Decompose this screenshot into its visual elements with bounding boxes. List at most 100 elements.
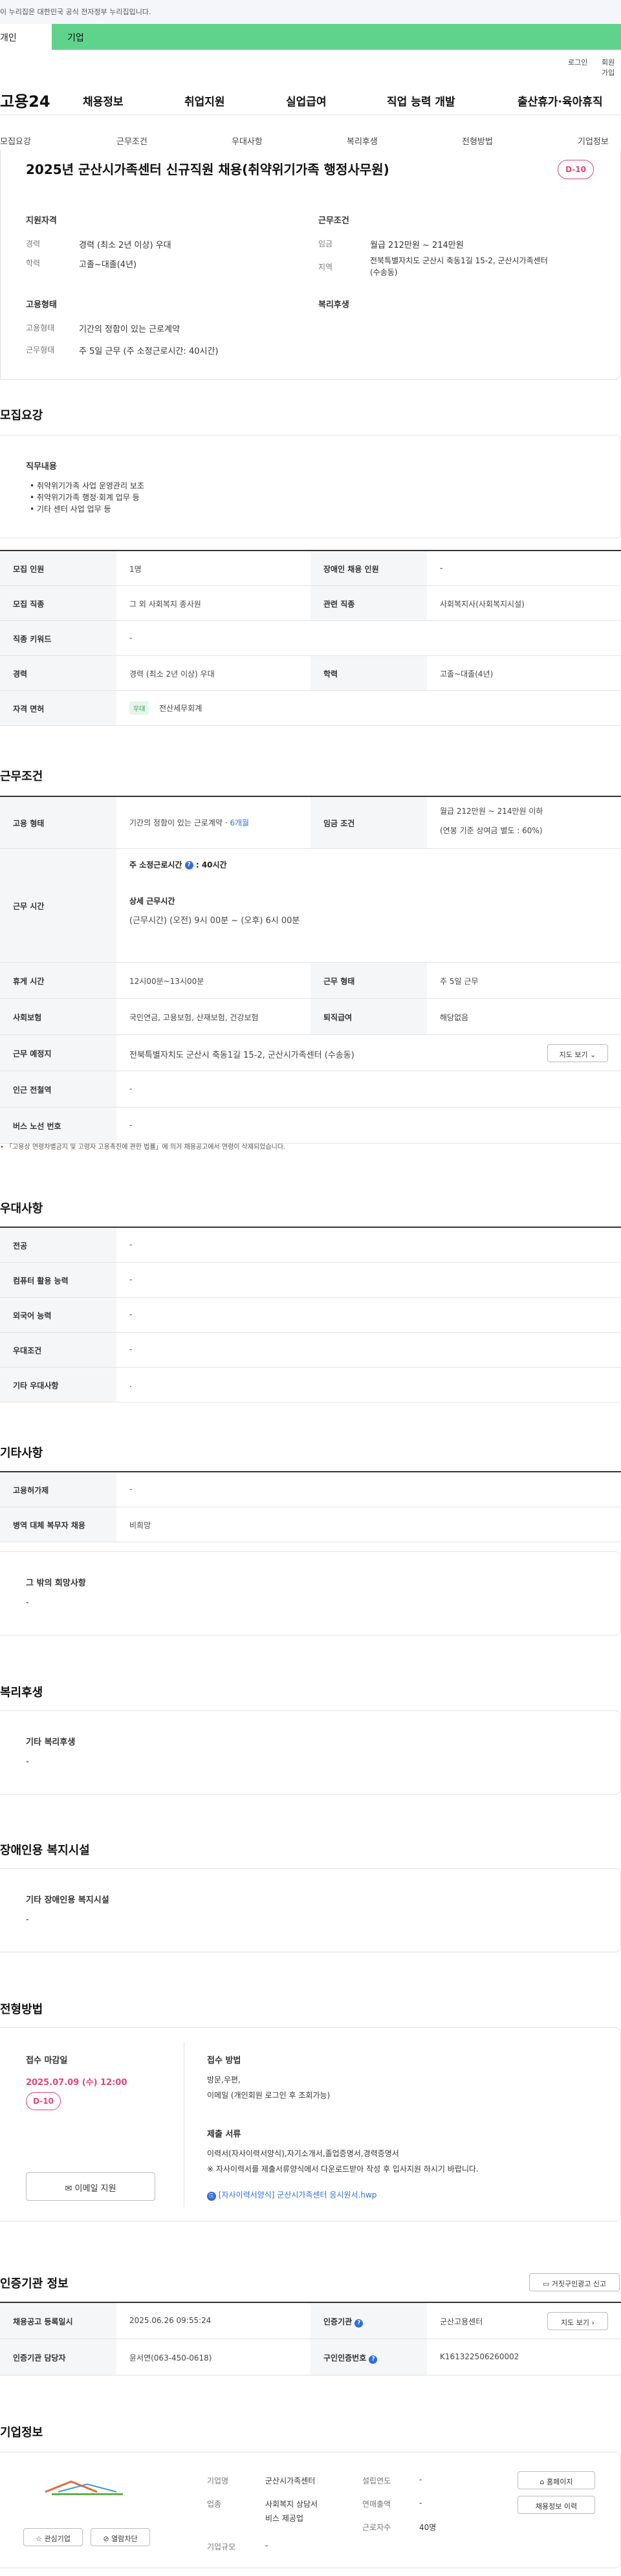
cert-section-title: 인증기관 정보 bbox=[0, 2277, 69, 2291]
sales-value: - bbox=[419, 2498, 422, 2507]
work-hours-label: 근무 시간 bbox=[0, 849, 116, 962]
deadline-value: 2025.07.09 (수) 12:00 bbox=[26, 2078, 127, 2088]
info-icon[interactable]: ? bbox=[369, 2355, 378, 2364]
qualification-heading: 지원자격 bbox=[26, 216, 57, 226]
prefer-label: 전공 bbox=[0, 1228, 116, 1262]
info-icon[interactable]: ? bbox=[184, 861, 193, 869]
company-section-title: 기업정보 bbox=[0, 2426, 43, 2440]
prefer-value: - bbox=[129, 1310, 133, 1319]
job-type-value: 그 외 사회복지 종사원 bbox=[129, 600, 201, 609]
chevron-right-icon: › bbox=[591, 2319, 594, 2327]
report-fake-ad-button[interactable]: ▭ 거짓구인광고 신고 bbox=[529, 2273, 620, 2291]
tab-corporate[interactable]: 기업 bbox=[52, 24, 621, 50]
mail-icon: ✉ bbox=[65, 2184, 72, 2194]
related-job-label: 관련 직종 bbox=[310, 586, 427, 620]
map-view-button[interactable]: 지도 보기 ⌄ bbox=[547, 1044, 608, 1062]
etc-label: 병역 대체 복무자 채용 bbox=[0, 1507, 116, 1542]
disabled-facility-value: - bbox=[26, 1915, 29, 1925]
block-view-button[interactable]: ⊘ 열람차단 bbox=[91, 2528, 150, 2546]
break-value: 12시00분~13시00분 bbox=[129, 977, 204, 986]
break-label: 휴게 시간 bbox=[0, 963, 116, 998]
subnav-prefer[interactable]: 우대사항 bbox=[232, 135, 263, 147]
gov-banner: 이 누리집은 대한민국 공식 전자정부 누리집입니다. bbox=[0, 0, 621, 24]
tab-individual[interactable]: 개인 bbox=[0, 24, 52, 50]
worktype-label: 근무형태 bbox=[26, 345, 55, 355]
career-req-label: 경력 bbox=[0, 656, 116, 690]
industry-value: 사회복지 상담서 bbox=[265, 2500, 318, 2509]
welfare-heading: 복리후생 bbox=[318, 300, 349, 310]
agency-map-button[interactable]: 지도 보기 › bbox=[547, 2312, 608, 2330]
gnb-item-unemployment[interactable]: 실업급여 bbox=[286, 93, 327, 109]
region-value-2: (수송동) bbox=[370, 268, 398, 277]
founded-value: - bbox=[419, 2475, 422, 2484]
emp-type-label: 고용 형태 bbox=[0, 797, 116, 848]
related-job-value: 사회복지사(사회복지시설) bbox=[440, 600, 525, 609]
region-value: 전북특별자치도 군산시 축동1길 15-2, 군산시가족센터 bbox=[370, 256, 548, 265]
edu-req-label: 학력 bbox=[310, 656, 427, 690]
company-name-value: 군산시가족센터 bbox=[265, 2476, 316, 2485]
attachment-link[interactable]: ⎘ [자사이력서양식] 군산시가족센터 응시원서.hwp bbox=[207, 2189, 376, 2201]
job-title: 2025년 군산시가족센터 신규직원 채용(취약위기가족 행정사무원) bbox=[26, 162, 389, 177]
subnav-welfare[interactable]: 복리후생 bbox=[347, 135, 378, 147]
edu-req-value: 고졸~대졸(4년) bbox=[440, 670, 494, 679]
email-apply-button[interactable]: ✉ 이메일 지원 bbox=[26, 2172, 155, 2201]
emptype-label: 고용형태 bbox=[26, 323, 55, 333]
documents-value: 이력서(자사이력서양식),자기소개서,졸업증명서,경력증명서 bbox=[207, 2149, 399, 2158]
sales-label: 연매출액 bbox=[362, 2500, 391, 2509]
signup-link[interactable]: 회원가입 bbox=[602, 57, 621, 78]
gnb-item-parental-leave[interactable]: 출산휴가·육아휴직 bbox=[518, 93, 603, 109]
hours-detail-value: (근무시간) (오전) 9시 00분 ~ (오후) 6시 00분 bbox=[129, 916, 300, 926]
job-type-label: 모집 직종 bbox=[0, 586, 116, 620]
site-logo[interactable]: 고용24 bbox=[0, 89, 50, 111]
emptype-value: 기간의 정함이 있는 근로계약 bbox=[79, 325, 180, 334]
etc-label: 고용허가제 bbox=[0, 1472, 116, 1507]
homepage-button[interactable]: ⌂ 홈페이지 bbox=[518, 2471, 595, 2489]
prefer-label: 기타 우대사항 bbox=[0, 1368, 116, 1402]
dday-badge: D-10 bbox=[558, 160, 594, 179]
disabled-hire-value: - bbox=[440, 563, 443, 573]
wage-label: 임금 bbox=[318, 239, 333, 248]
prefer-value: - bbox=[129, 1240, 133, 1249]
login-link[interactable]: 로그인 bbox=[568, 57, 587, 67]
agency-label: 인증기관 ? bbox=[310, 2303, 427, 2339]
employees-label: 근로자수 bbox=[362, 2523, 391, 2532]
favorite-company-button[interactable]: ☆ 관심기업 bbox=[23, 2528, 83, 2546]
prefer-value: . bbox=[129, 1380, 132, 1389]
subnav-conditions[interactable]: 근무조건 bbox=[116, 135, 147, 147]
method-value-2: 이메일 (개인회원 로그인 후 조회가능) bbox=[207, 2091, 331, 2100]
company-scale-value: - bbox=[265, 2541, 268, 2550]
gnb-item-training[interactable]: 직업 능력 개발 bbox=[387, 93, 455, 109]
block-icon: ⊘ bbox=[103, 2535, 109, 2543]
education-label: 학력 bbox=[26, 259, 41, 268]
employment-heading: 고용형태 bbox=[26, 300, 57, 310]
career-label: 경력 bbox=[26, 239, 41, 248]
manager-label: 인증기관 담당자 bbox=[0, 2339, 116, 2375]
link-icon: ⎘ bbox=[207, 2192, 216, 2201]
duties-heading: 직무내용 bbox=[26, 462, 57, 472]
age-law-note: • 「고용상 연령차별금지 및 고령자 고용촉진에 관한 법률」에 의거 채용공… bbox=[0, 1144, 286, 1151]
keyword-value: - bbox=[129, 633, 133, 642]
chevron-down-icon: ⌄ bbox=[590, 1051, 596, 1059]
info-icon[interactable]: ? bbox=[354, 2319, 364, 2328]
subnav-selection[interactable]: 전형방법 bbox=[462, 135, 493, 147]
subnav-recruit[interactable]: 모집요강 bbox=[0, 135, 31, 147]
insurance-value: 국민연금, 고용보험, 산재보험, 건강보험 bbox=[129, 1013, 259, 1022]
gnb-item-jobs[interactable]: 채용정보 bbox=[83, 93, 124, 109]
disabled-hire-label: 장애인 채용 인원 bbox=[310, 551, 427, 585]
bus-value: - bbox=[129, 1120, 133, 1130]
career-req-value: 경력 (최소 2년 이상) 우대 bbox=[129, 670, 215, 679]
job-history-button[interactable]: 채용정보 이력 bbox=[518, 2496, 595, 2514]
gnb-item-employment-support[interactable]: 취업지원 bbox=[184, 93, 225, 109]
cert-number-label: 구인인증번호 ? bbox=[310, 2339, 427, 2375]
founded-label: 설립연도 bbox=[362, 2476, 391, 2485]
prefer-label: 우대조건 bbox=[0, 1333, 116, 1367]
method-heading: 접수 방법 bbox=[207, 2056, 241, 2066]
weekly-hours: 주 소정근로시간 ? : 40시간 bbox=[129, 860, 227, 869]
subnav-company[interactable]: 기업정보 bbox=[578, 135, 609, 147]
disabled-facility-section-title: 장애인용 복지시설 bbox=[0, 1844, 90, 1857]
agency-value: 군산고용센터 bbox=[440, 2317, 483, 2326]
cert-number-value: K161322506260002 bbox=[440, 2352, 519, 2361]
documents-note: ※ 자사이력서를 제출서류양식에서 다운로드받아 작성 후 입사지원 하시기 바… bbox=[207, 2165, 479, 2174]
conditions-section-title: 근무조건 bbox=[0, 770, 43, 783]
manager-value: 윤서연(063-450-0618) bbox=[129, 2353, 212, 2363]
